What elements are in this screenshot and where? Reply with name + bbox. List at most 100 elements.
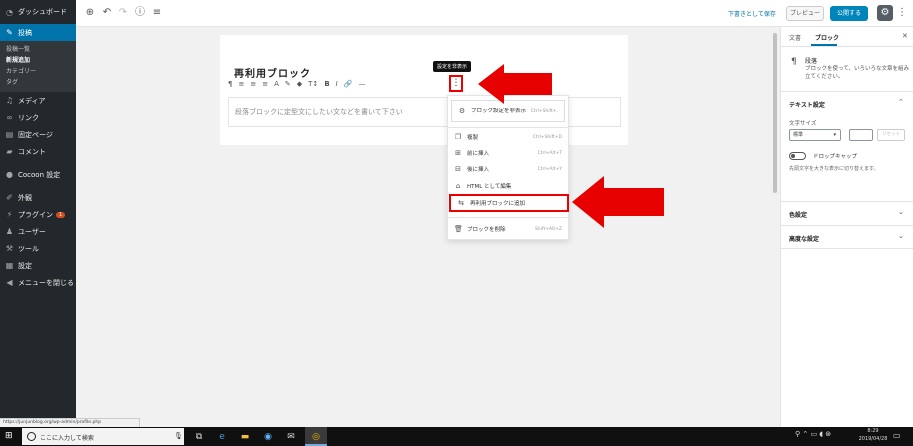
reset-button[interactable]: リセット [877,129,905,141]
mail-icon[interactable]: ✉ [285,431,297,443]
strikethrough-icon[interactable]: — [358,80,365,88]
menu-item-duplicate[interactable]: ❐ 複製 Ctrl+Shift+D [448,130,568,144]
menu-item-label: ブロック設定を非表示 [471,107,527,114]
align-center-icon[interactable]: ≡ [250,80,256,88]
font-size-select[interactable]: 標準 ▾ [789,129,841,141]
submenu-add-new[interactable]: 新規追加 [0,55,76,66]
submenu-tags[interactable]: タグ [0,77,76,88]
sidebar-item-pages[interactable]: ▤ 固定ページ [0,126,76,143]
editor-scrollbar-thumb[interactable] [773,33,777,193]
sidebar-item-posts[interactable]: ✎ 投稿 [0,24,76,41]
align-left-icon[interactable]: ≡ [238,80,244,88]
insert-before-icon: ⊞ [455,149,461,157]
section-title[interactable]: テキスト設定 [789,100,825,109]
settings-gear-button[interactable]: ⚙ [877,5,893,21]
menu-item-edit-html[interactable]: ⌂ HTML として編集 [448,179,568,193]
menu-item-label: 前に挿入 [467,151,490,157]
menu-item-shortcut: Ctrl+Alt+Y [537,166,562,172]
bold-icon[interactable]: B [324,80,329,88]
outline-icon[interactable]: ≡ [151,7,163,19]
panel-tabs: 文書 ブロック ✕ [781,27,913,47]
sidebar-item-label: ダッシュボード [18,8,67,16]
sidebar-item-links[interactable]: ∞ リンク [0,109,76,126]
trash-icon: 🗑 [454,225,463,233]
font-size-icon[interactable]: T↕ [308,80,318,88]
system-tray[interactable]: ⚲ ⌃ ▭ ◖ ⊛ [795,430,831,438]
sidebar-collapse[interactable]: ◀ メニューを閉じる [0,274,76,291]
sidebar-item-label: ツール [18,244,39,253]
sidebar-item-label: 外観 [18,193,32,202]
redo-icon[interactable]: ↷ [117,7,129,19]
update-badge: 1 [56,211,66,218]
tag-icon[interactable]: ◆ [297,80,302,88]
sidebar-item-label: メニューを閉じる [18,278,74,287]
comment-icon: ▰ [6,147,13,156]
sidebar-item-media[interactable]: ♫ メディア [0,92,76,109]
tab-block[interactable]: ブロック [815,33,839,42]
section-title: 高度な設定 [789,236,820,243]
menu-item-remove-block[interactable]: 🗑 ブロックを削除 Shift+Alt+Z [448,222,568,236]
more-options-button[interactable]: ⋮ [897,6,907,20]
preview-button[interactable]: プレビュー [786,6,824,21]
block-more-options-button[interactable]: ⋮ [449,75,463,92]
annotation-arrow-bottom [572,176,664,228]
paragraph-icon[interactable]: ¶ [228,80,232,88]
submenu-categories[interactable]: カテゴリー [0,66,76,77]
color-settings-section[interactable]: 色設定 ⌄ [781,201,913,225]
sidebar-item-settings[interactable]: ▦ 設定 [0,257,76,274]
save-draft-link[interactable]: 下書きとして保存 [728,9,776,18]
close-icon[interactable]: ✕ [902,32,908,40]
cortana-icon [27,432,36,441]
task-view-icon[interactable]: ⧉ [193,431,205,443]
microphone-icon[interactable]: 🎙 [174,432,183,440]
font-size-label: 文字サイズ [789,121,817,127]
align-right-icon[interactable]: ≡ [262,80,268,88]
chevron-up-icon[interactable]: ⌃ [898,98,904,106]
menu-item-add-reusable[interactable]: ⇆ 再利用ブロックに追加 [449,194,569,212]
store-icon[interactable]: ◉ [262,431,274,443]
menu-item-label: 再利用ブロックに追加 [470,201,526,207]
sidebar-item-cocoon[interactable]: ● Cocoon 設定 [0,166,76,183]
info-icon[interactable]: ⓘ [134,7,146,19]
sidebar-item-users[interactable]: ♟ ユーザー [0,223,76,240]
menu-item-label: ブロックを削除 [467,227,506,233]
sidebar-item-plugins[interactable]: ⚡ プラグイン 1 [0,206,76,223]
sidebar-item-label: コメント [18,147,46,156]
italic-icon[interactable]: I [336,80,338,88]
copy-icon: ❐ [454,133,462,141]
font-size-input[interactable] [849,129,873,141]
taskbar-search[interactable]: ここに入力して検索 🎙 [22,428,184,445]
advanced-section[interactable]: 高度な設定 ⌄ [781,225,913,249]
chrome-icon: ◎ [312,432,320,442]
sidebar-item-tools[interactable]: ⚒ ツール [0,240,76,257]
sidebar-item-dashboard[interactable]: ◔ ダッシュボード [0,0,76,24]
sidebar-item-label: Cocoon 設定 [18,170,61,179]
chrome-taskbar-button[interactable]: ◎ [305,427,327,446]
dropcap-toggle[interactable] [789,152,806,160]
sidebar-item-appearance[interactable]: ✐ 外観 [0,189,76,206]
windows-start-icon[interactable]: ⊞ [5,431,13,441]
submenu-all-posts[interactable]: 投稿一覧 [0,44,76,55]
clock-time[interactable]: 8:29 [856,428,890,434]
font-color-icon[interactable]: A [274,80,279,88]
publish-button[interactable]: 公開する [830,6,868,21]
link-icon[interactable]: 🔗 [344,80,353,88]
sidebar-item-comments[interactable]: ▰ コメント [0,143,76,160]
file-explorer-icon[interactable]: ▬ [239,431,251,443]
menu-item-insert-after[interactable]: ⊟ 後に挿入 Ctrl+Alt+Y [448,162,568,176]
section-title: 色設定 [789,212,808,219]
menu-item-insert-before[interactable]: ⊞ 前に挿入 Ctrl+Alt+T [448,146,568,160]
tab-document[interactable]: 文書 [789,33,801,42]
media-icon: ♫ [5,96,14,105]
notification-icon[interactable]: ▭ [893,431,901,440]
edge-icon[interactable]: e [216,431,228,443]
brush-icon: ✐ [6,193,13,202]
vertical-ellipsis-icon: ⋮ [451,78,461,88]
undo-icon[interactable]: ↶ [101,7,113,19]
gear-icon: ⚙ [880,7,890,18]
dashboard-icon: ◔ [6,7,13,17]
clock-date[interactable]: 2019/04/28 [856,436,890,442]
marker-icon[interactable]: ✎ [285,80,291,88]
chevron-down-icon: ▾ [833,132,836,138]
add-block-icon[interactable]: ⊕ [84,7,96,19]
